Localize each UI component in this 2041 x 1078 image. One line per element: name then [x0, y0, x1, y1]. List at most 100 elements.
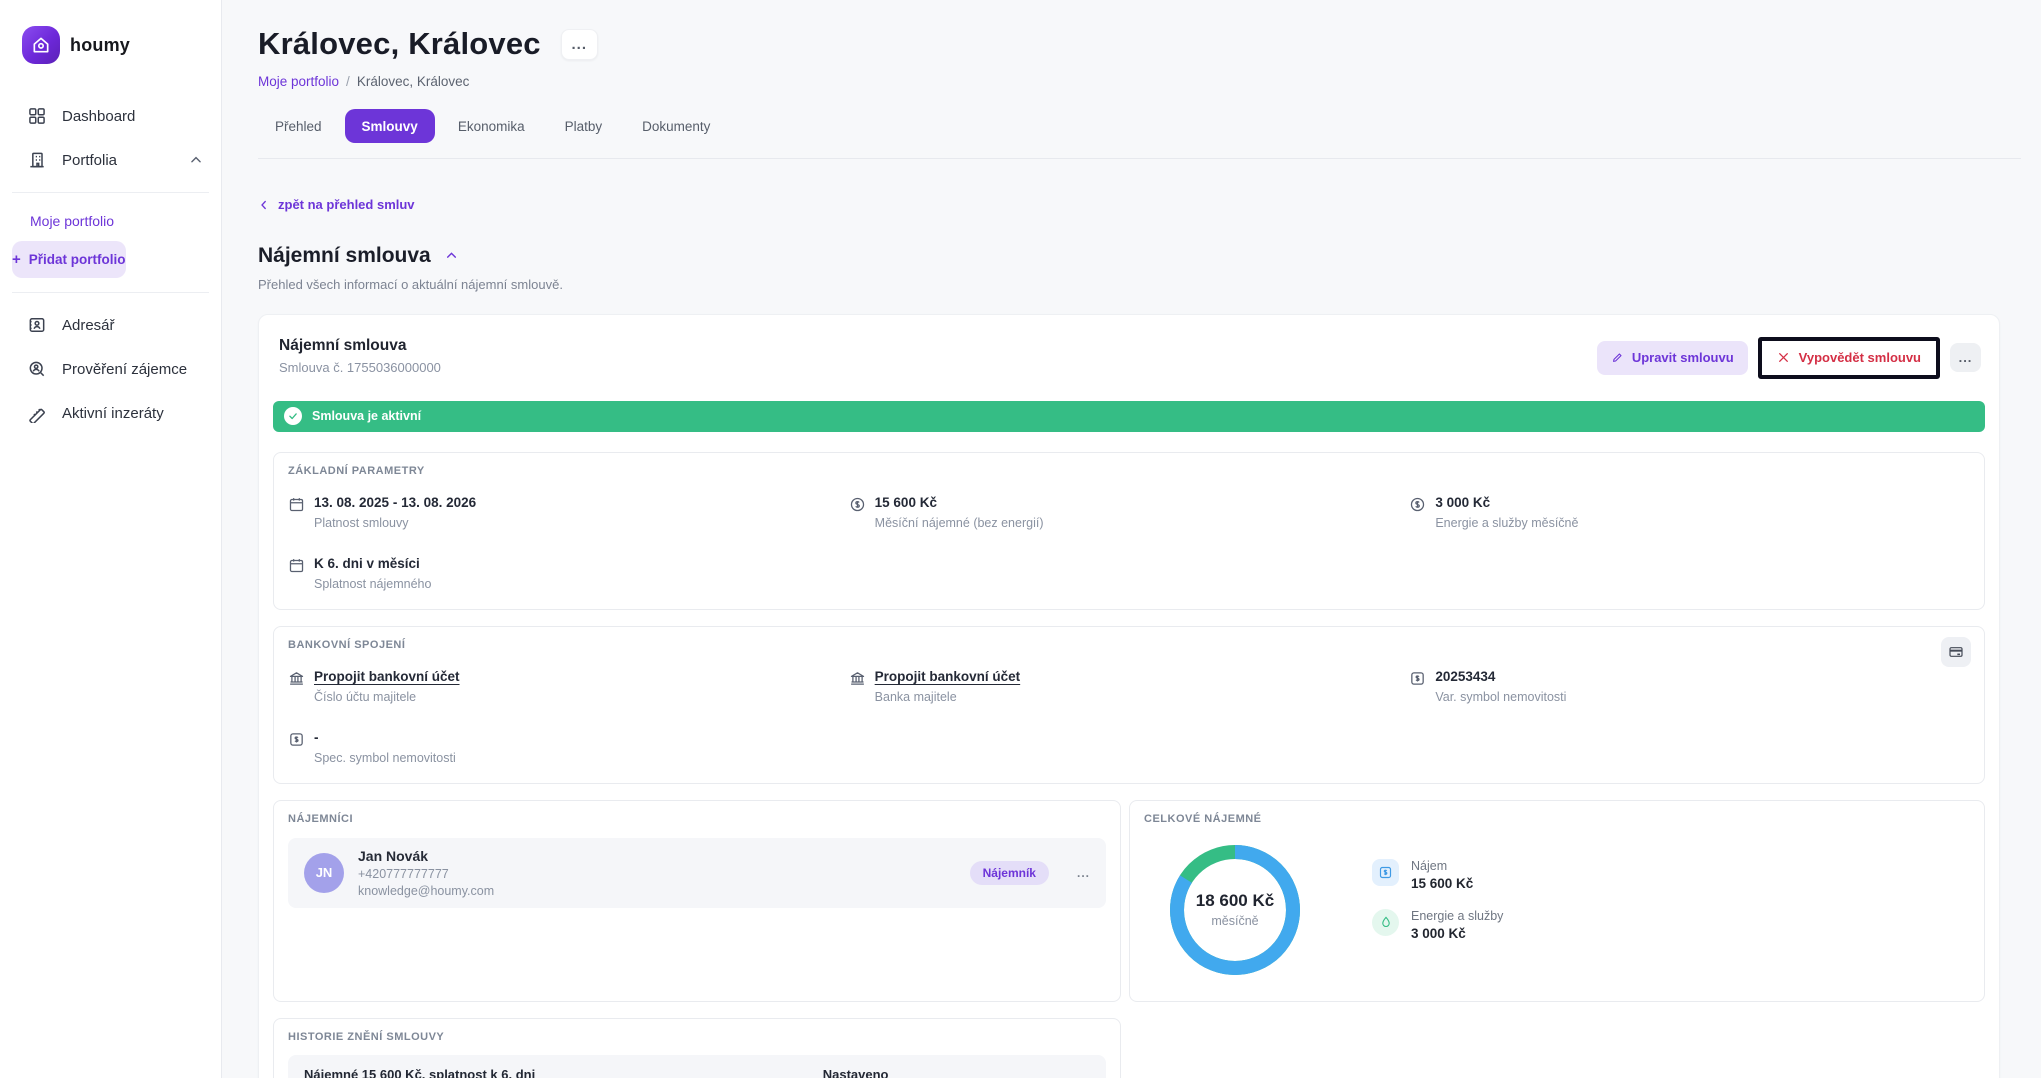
tenants-title: NÁJEMNÍCI — [288, 813, 1106, 825]
terminate-highlight-box: Vypovědět smlouvu — [1758, 337, 1940, 379]
bank-icon — [849, 670, 866, 687]
contract-more-button[interactable]: ... — [1950, 343, 1981, 372]
param-label: Měsíční nájemné (bez energií) — [875, 516, 1044, 530]
calendar-icon — [288, 496, 305, 513]
sidebar-item-moje-portfolio[interactable]: Moje portfolio — [0, 203, 221, 237]
contract-actions: Upravit smlouvu Vypovědět smlouvu ... — [1597, 337, 1981, 379]
brand-logo[interactable]: houmy — [0, 0, 221, 94]
history-card: HISTORIE ZNĚNÍ SMLOUVY Nájemné 15 600 Kč… — [273, 1018, 1121, 1078]
donut-chart: 18 600 Kč měsíčně — [1158, 833, 1312, 987]
breadcrumb-parent-link[interactable]: Moje portfolio — [258, 74, 339, 89]
contract-status-label: Smlouva je aktivní — [312, 409, 421, 423]
droplet-icon — [1372, 909, 1399, 936]
param-splatnost: K 6. dni v měsíci Splatnost nájemného — [288, 556, 849, 591]
param-platnost: 13. 08. 2025 - 13. 08. 2026 Platnost sml… — [288, 495, 849, 530]
total-rent-card: CELKOVÉ NÁJEMNÉ 18 600 Kč měsíčně — [1129, 800, 1985, 1002]
dollar-square-icon — [288, 731, 305, 748]
param-label: Var. symbol nemovitosti — [1435, 690, 1566, 704]
sidebar-item-adresar[interactable]: Adresář — [0, 303, 221, 347]
bank-owner-bank: Propojit bankovní účet Banka majitele — [849, 669, 1410, 704]
param-label: Platnost smlouvy — [314, 516, 476, 530]
bank-var-symbol: 20253434 Var. symbol nemovitosti — [1409, 669, 1970, 704]
plus-icon: + — [12, 251, 21, 268]
param-label: Energie a služby měsíčně — [1435, 516, 1578, 530]
contract-title: Nájemní smlouva — [279, 337, 1597, 355]
building-icon — [27, 150, 47, 170]
total-rent-title: CELKOVÉ NÁJEMNÉ — [1144, 813, 1970, 825]
param-value: 13. 08. 2025 - 13. 08. 2026 — [314, 495, 476, 510]
sidebar-divider — [12, 192, 209, 193]
sidebar-item-provereni[interactable]: Prověření zájemce — [0, 347, 221, 391]
total-rent-chart: 18 600 Kč měsíčně Nájem 15 600 Kč — [1144, 833, 1970, 987]
contract-card-header: Nájemní smlouva Smlouva č. 1755036000000… — [273, 337, 1985, 379]
legend-item-energie: Energie a služby 3 000 Kč — [1372, 909, 1503, 941]
param-label: Číslo účtu majitele — [314, 690, 460, 704]
terminate-contract-label: Vypovědět smlouvu — [1799, 350, 1921, 365]
credit-card-icon — [1948, 644, 1964, 660]
edit-contract-button[interactable]: Upravit smlouvu — [1597, 341, 1748, 375]
param-value: 20253434 — [1435, 669, 1566, 684]
breadcrumb: Moje portfolio / Královec, Královec — [258, 74, 2000, 89]
houmy-logo-icon — [22, 26, 60, 64]
add-portfolio-button[interactable]: + Přidat portfolio — [12, 241, 126, 278]
back-to-contracts-link[interactable]: zpět na přehled smluv — [258, 197, 415, 212]
bank-account-owner: Propojit bankovní účet Číslo účtu majite… — [288, 669, 849, 704]
check-circle-icon — [284, 407, 302, 425]
legend-label: Nájem — [1411, 859, 1473, 873]
tenants-card: NÁJEMNÍCI JN Jan Novák +420777777777 kno… — [273, 800, 1121, 1002]
history-title: HISTORIE ZNĚNÍ SMLOUVY — [288, 1031, 1106, 1043]
page-title: Královec, Královec — [258, 26, 541, 62]
ellipsis-icon: ... — [572, 36, 588, 53]
terminate-contract-button[interactable]: Vypovědět smlouvu — [1762, 341, 1936, 375]
param-label: Banka majitele — [875, 690, 1021, 704]
breadcrumb-separator: / — [346, 74, 350, 89]
param-label: Spec. symbol nemovitosti — [314, 751, 456, 765]
bank-spec-symbol: - Spec. symbol nemovitosti — [288, 730, 849, 765]
tab-prehled[interactable]: Přehled — [258, 109, 339, 143]
bank-card: BANKOVNÍ SPOJENÍ Propojit bankovní účet … — [273, 626, 1985, 784]
contract-card: Nájemní smlouva Smlouva č. 1755036000000… — [258, 314, 2000, 1078]
param-najemne: 15 600 Kč Měsíční nájemné (bez energií) — [849, 495, 1410, 530]
pencil-icon — [1611, 351, 1624, 364]
sidebar-item-portfolia[interactable]: Portfolia — [0, 138, 221, 182]
tab-smlouvy[interactable]: Smlouvy — [345, 109, 435, 143]
sidebar-item-inzeraty[interactable]: Aktivní inzeráty — [0, 391, 221, 435]
section-title: Nájemní smlouva — [258, 244, 431, 268]
tab-bar: Přehled Smlouvy Ekonomika Platby Dokumen… — [258, 109, 2000, 143]
connect-bank-account-link[interactable]: Propojit bankovní účet — [314, 669, 460, 684]
page-more-button[interactable]: ... — [561, 29, 598, 60]
chart-legend: Nájem 15 600 Kč Energie a služby 3 000 K… — [1372, 859, 1503, 941]
tenant-more-button[interactable]: ... — [1077, 866, 1090, 880]
connect-bank-link[interactable]: Propojit bankovní účet — [875, 669, 1021, 684]
tenant-avatar: JN — [304, 853, 344, 893]
tenants-total-row: NÁJEMNÍCI JN Jan Novák +420777777777 kno… — [273, 800, 1985, 1002]
main-content: Královec, Královec ... Moje portfolio / … — [222, 0, 2041, 1078]
edit-contract-label: Upravit smlouvu — [1632, 350, 1734, 365]
basic-params-title: ZÁKLADNÍ PARAMETRY — [288, 465, 1970, 477]
person-search-icon — [27, 359, 47, 379]
credit-card-button[interactable] — [1941, 637, 1971, 667]
chevron-up-icon[interactable] — [189, 153, 203, 167]
sidebar-divider — [12, 292, 209, 293]
bank-icon — [288, 670, 305, 687]
param-value: K 6. dni v měsíci — [314, 556, 431, 571]
collapse-chevron-icon[interactable] — [445, 249, 458, 262]
tab-ekonomika[interactable]: Ekonomika — [441, 109, 542, 143]
history-entry-title: Nájemné 15 600 Kč, splatnost k 6. dni — [304, 1067, 823, 1078]
section-header: Nájemní smlouva — [258, 244, 2000, 268]
back-link-label: zpět na přehled smluv — [278, 197, 415, 212]
sidebar-item-dashboard[interactable]: Dashboard — [0, 94, 221, 138]
sidebar-item-label: Adresář — [62, 317, 115, 334]
dashboard-grid-icon — [27, 106, 47, 126]
coin-icon — [1409, 496, 1426, 513]
tenant-role-badge: Nájemník — [970, 861, 1049, 885]
donut-center-value: 18 600 Kč — [1196, 891, 1274, 911]
tab-platby[interactable]: Platby — [548, 109, 620, 143]
contact-card-icon — [27, 315, 47, 335]
param-value: 15 600 Kč — [875, 495, 1044, 510]
tenant-row: JN Jan Novák +420777777777 knowledge@hou… — [288, 838, 1106, 908]
section-description: Přehled všech informací o aktuální nájem… — [258, 277, 2000, 292]
contract-status-banner: Smlouva je aktivní — [273, 401, 1985, 432]
breadcrumb-current: Královec, Královec — [357, 74, 470, 89]
tab-dokumenty[interactable]: Dokumenty — [625, 109, 727, 143]
